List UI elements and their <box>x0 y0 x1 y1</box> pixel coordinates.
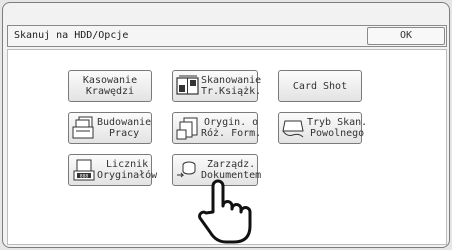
book-scan-button[interactable]: Skanowanie Tr.Książk. <box>172 70 262 102</box>
slow-scan-label-1: Tryb Skan. <box>307 117 368 128</box>
slow-scan-label-2: Powolnego <box>310 128 365 139</box>
counter-icon: 888 <box>73 159 95 181</box>
erase-edges-label-1: Kasowanie <box>82 75 138 86</box>
mixed-size-button[interactable]: Orygin. o Róż. Form. <box>172 112 262 144</box>
erase-edges-button[interactable]: Kasowanie Krawędzi <box>68 70 152 102</box>
card-shot-label: Card Shot <box>292 80 348 92</box>
ok-button[interactable]: OK <box>367 27 445 45</box>
mixed-size-label-2: Róż. Form. <box>201 128 262 139</box>
book-scan-label-2: Tr.Książk. <box>201 86 262 97</box>
mixed-size-label-1: Orygin. o <box>204 117 259 128</box>
svg-text:888: 888 <box>80 173 89 179</box>
job-build-button[interactable]: Budowanie Pracy <box>68 112 152 144</box>
job-build-icon <box>72 116 94 139</box>
slow-scan-button[interactable]: Tryb Skan. Powolnego <box>278 112 367 144</box>
document-filing-label-1: Zarządz. <box>207 159 256 170</box>
original-counter-label-1: Licznik <box>106 159 149 170</box>
book-scan-icon <box>176 75 199 95</box>
mixed-size-icon <box>176 117 198 140</box>
slow-scan-icon <box>282 120 304 138</box>
book-scan-label-1: Skanowanie <box>201 75 262 86</box>
erase-edges-label-2: Krawędzi <box>85 86 135 97</box>
hand-pointer-icon <box>198 179 252 244</box>
page-title: Skanuj na HDD/Opcje <box>14 30 129 41</box>
card-shot-button[interactable]: Card Shot <box>278 70 362 102</box>
original-counter-button[interactable]: 888 Licznik Oryginałów <box>68 154 157 186</box>
job-build-label-1: Budowanie <box>97 117 152 128</box>
job-build-label-2: Pracy <box>109 128 140 139</box>
original-counter-label-2: Oryginałów <box>97 170 158 181</box>
